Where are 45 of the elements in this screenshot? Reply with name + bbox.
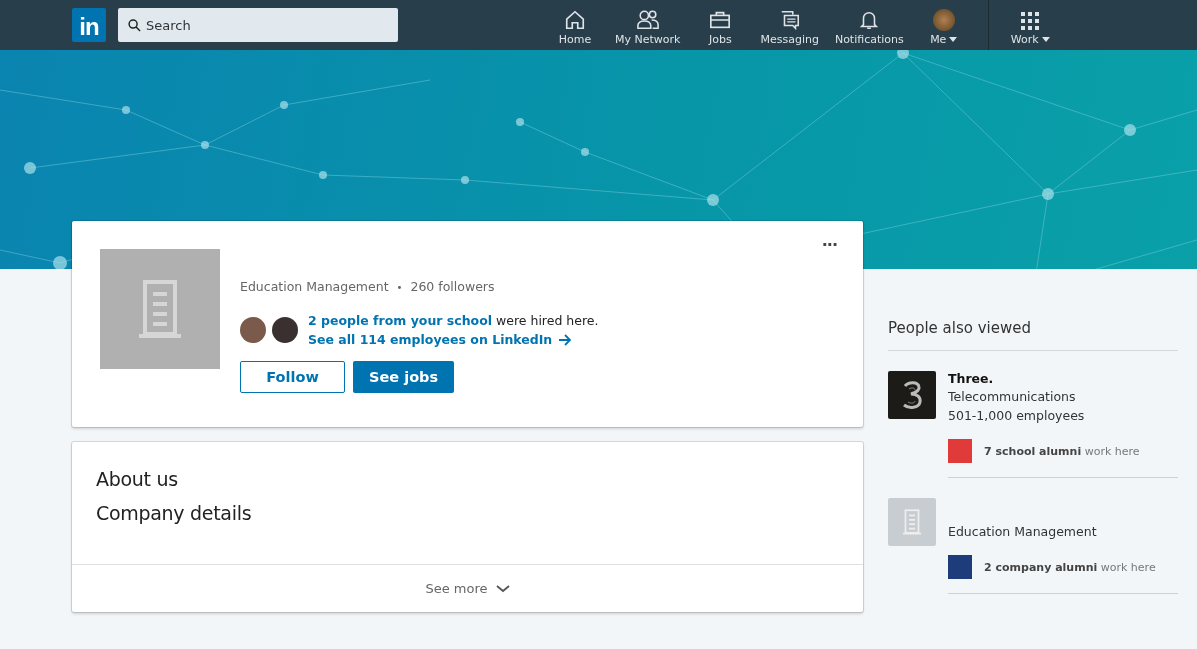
section-title: People also viewed xyxy=(888,319,1178,351)
nav-item[interactable]: Home xyxy=(543,0,607,50)
alumni-text: 7 school alumni work here xyxy=(984,444,1140,458)
employee-count: 501-1,000 employees xyxy=(948,408,1086,423)
company-name[interactable]: Three. xyxy=(948,371,1178,386)
grid-icon xyxy=(1020,11,1041,31)
hired-sentence: 2 people from your school were hired here. xyxy=(308,313,599,328)
caret-icon xyxy=(1041,37,1050,42)
alumni-text: 2 company alumni work here xyxy=(984,560,1156,574)
more-options-button[interactable]: ··· xyxy=(821,235,837,254)
logo[interactable]: in xyxy=(72,8,106,42)
nav-item[interactable]: Notifications xyxy=(826,0,912,50)
school-people-link[interactable]: 2 people from your school xyxy=(308,313,493,328)
company-logo xyxy=(888,371,936,419)
followers-count: 260 followers xyxy=(410,279,495,296)
building-icon xyxy=(137,280,183,338)
briefcase-icon xyxy=(709,9,732,31)
industry-label: Education Management xyxy=(948,524,1098,539)
search-icon xyxy=(128,19,141,32)
building-icon xyxy=(902,509,922,535)
caret-icon xyxy=(949,37,958,42)
chevron-down-icon xyxy=(495,584,510,593)
search-field[interactable]: Search xyxy=(118,8,398,42)
company-details-heading: Company details xyxy=(96,502,253,524)
people-icon xyxy=(635,9,660,31)
about-heading: About us xyxy=(96,468,179,490)
industry-label: Education Management xyxy=(240,279,389,296)
avatar-icon xyxy=(932,9,955,31)
nav-item[interactable]: My Network xyxy=(607,0,689,50)
employees-link[interactable]: See all 114 employees on LinkedIn xyxy=(308,332,599,347)
see-more-button[interactable]: See more xyxy=(72,564,863,612)
arrow-right-icon xyxy=(558,333,573,346)
see-jobs-button[interactable]: See jobs xyxy=(353,361,455,393)
company-logo-icon xyxy=(948,555,972,579)
nav-item[interactable]: Me xyxy=(911,0,976,50)
house-icon xyxy=(564,9,586,31)
bell-icon xyxy=(858,9,881,31)
separator-dot: • xyxy=(396,281,403,295)
nav-item[interactable]: Jobs xyxy=(688,0,753,50)
school-logo-icon xyxy=(948,439,972,463)
industry-label: Telecommunications xyxy=(948,389,1077,404)
nav-item[interactable]: Messaging xyxy=(752,0,827,50)
avatar-icon xyxy=(272,317,298,343)
avatar-icon xyxy=(240,317,266,343)
follow-button[interactable]: Follow xyxy=(240,361,345,393)
